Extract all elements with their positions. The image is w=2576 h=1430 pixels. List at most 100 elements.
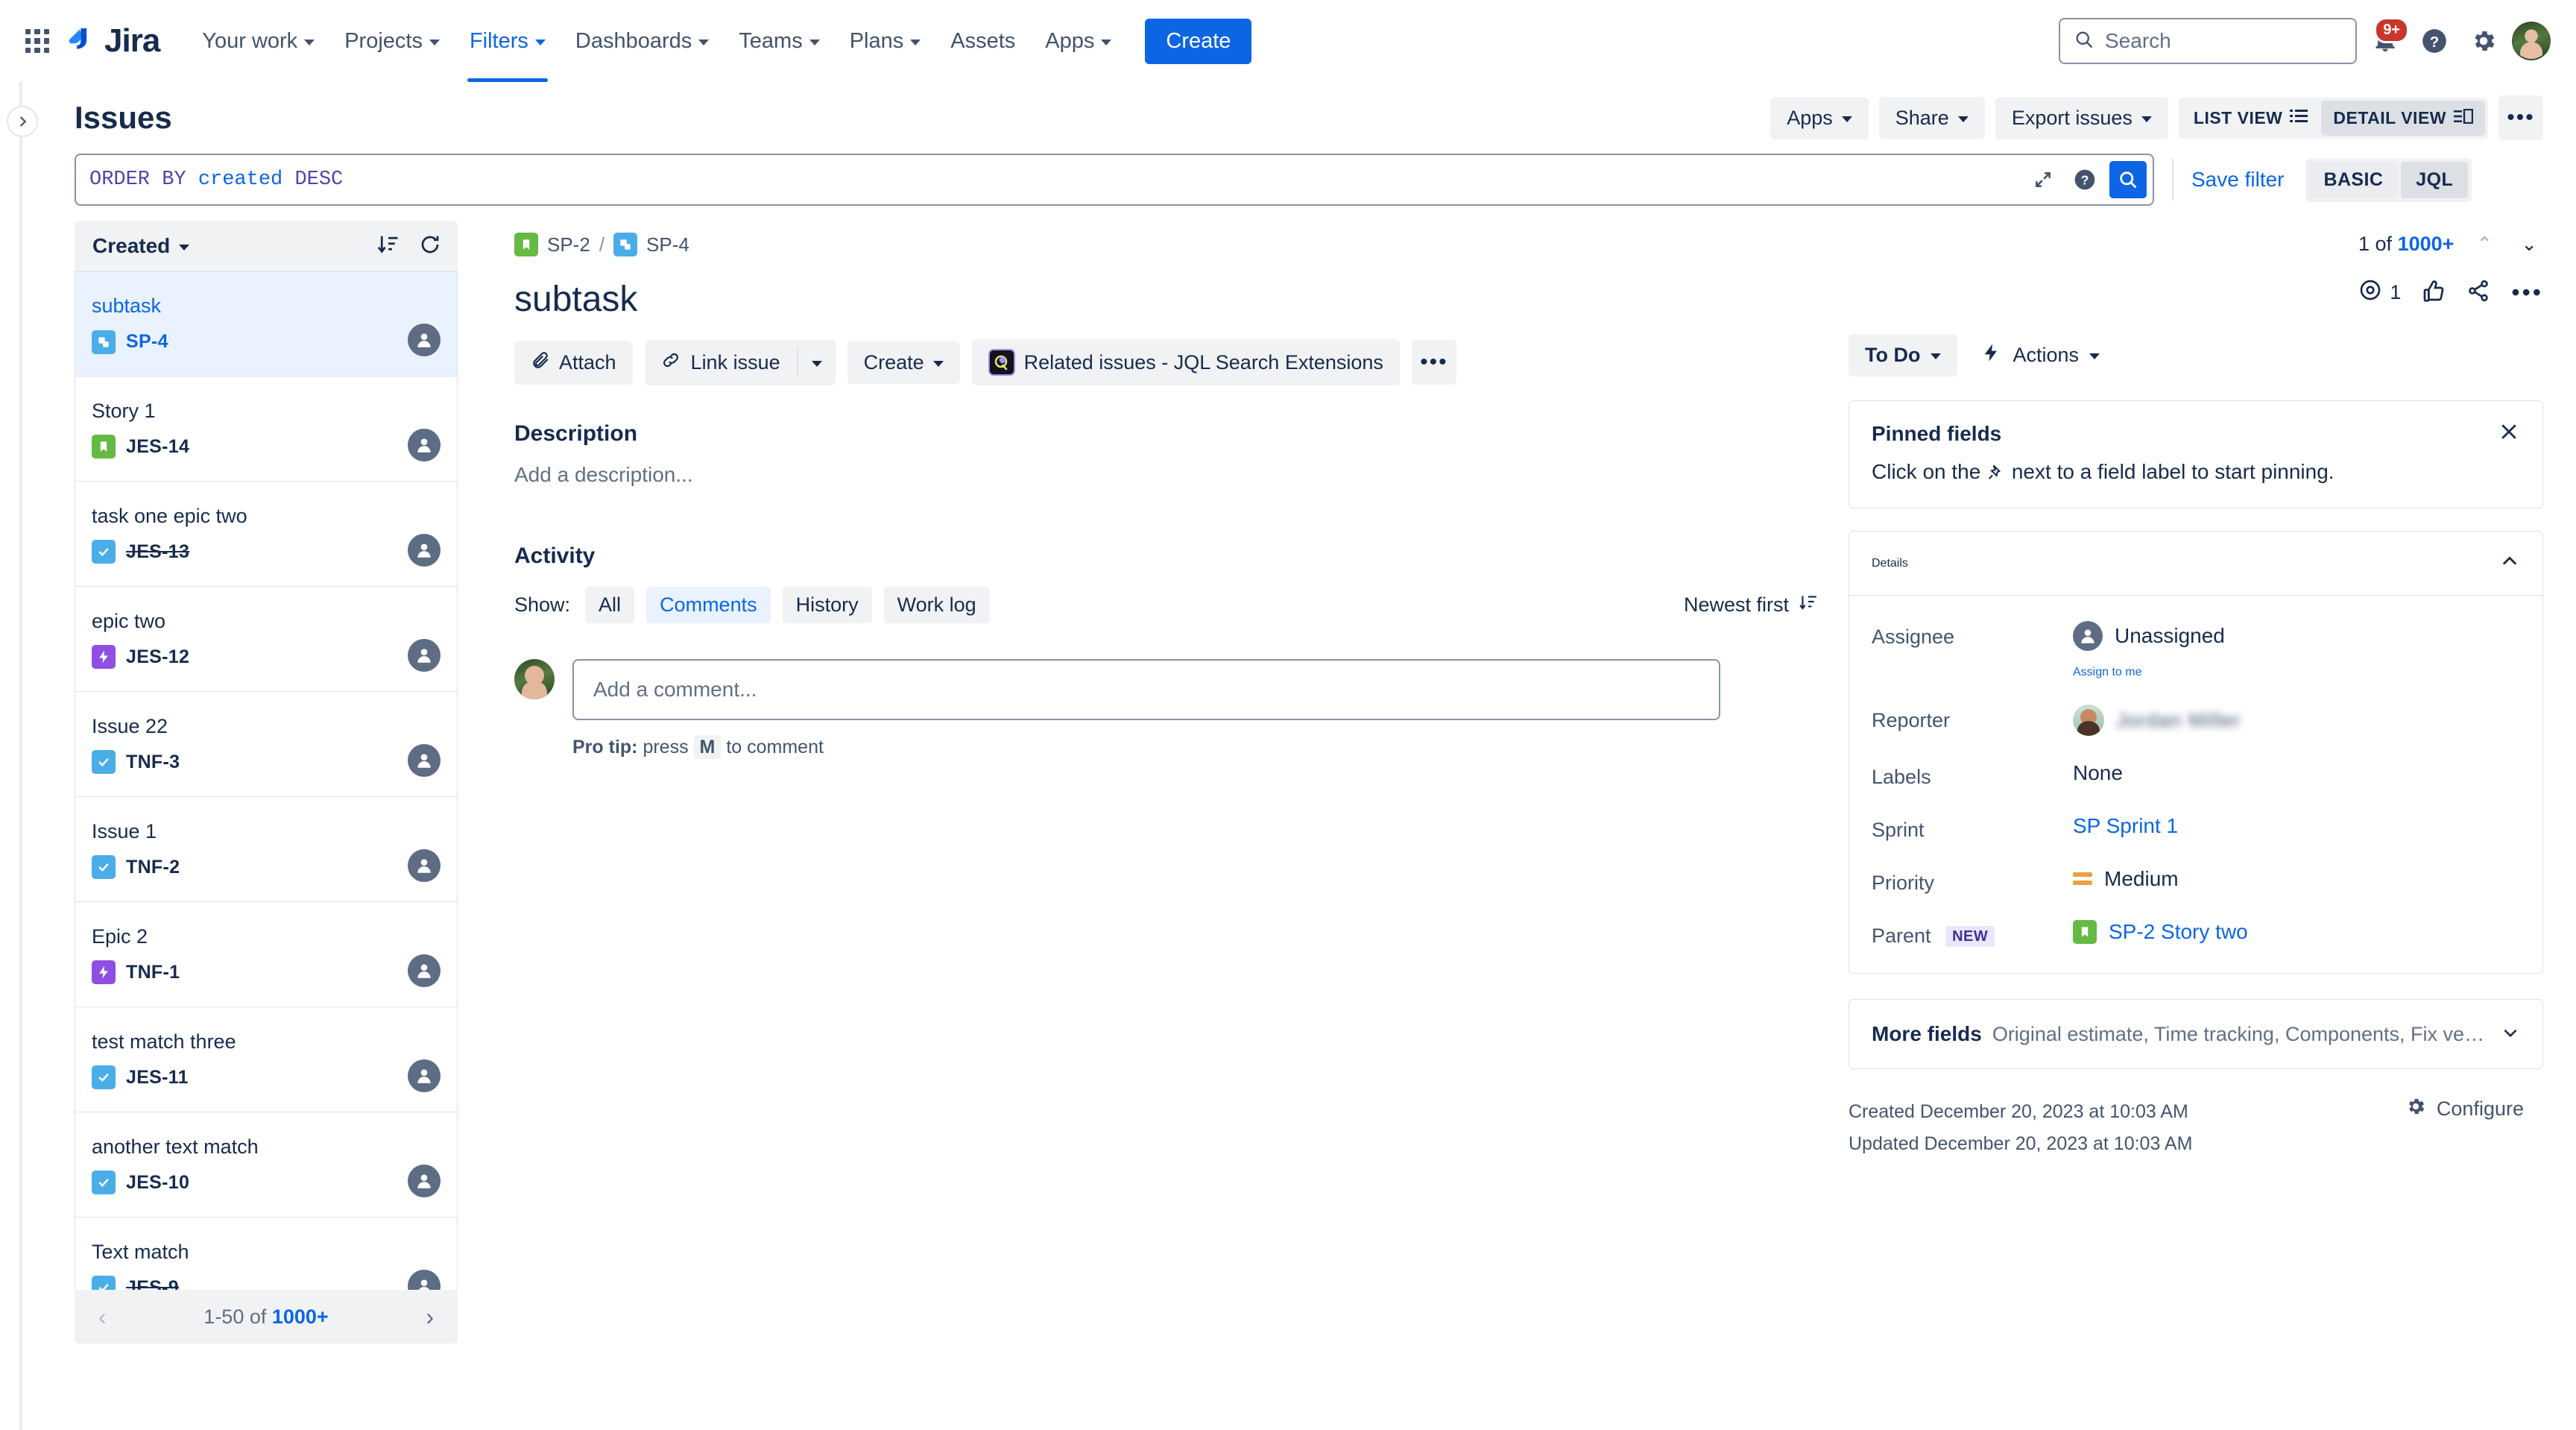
nav-item-plans[interactable]: Plans	[837, 19, 934, 63]
sort-by-dropdown[interactable]: Created	[92, 234, 190, 258]
issue-list-item-jes-9[interactable]: Text match JES-9	[75, 1218, 458, 1290]
activity-filter-history[interactable]: History	[782, 587, 872, 623]
more-fields-section[interactable]: More fields Original estimate, Time trac…	[1849, 999, 2543, 1069]
create-button[interactable]: Create	[1145, 18, 1252, 64]
refresh-icon[interactable]	[419, 233, 441, 259]
vote-thumbs-up-icon[interactable]	[2422, 279, 2446, 306]
link-issue-dropdown-button[interactable]	[798, 340, 836, 385]
details-header[interactable]: Details	[1849, 532, 2542, 596]
issue-item-assignee-avatar[interactable]	[408, 429, 441, 462]
help-button[interactable]: ?	[2414, 20, 2455, 62]
issue-list-panel: Created subtask SP-4 Story 1 JES-14 task one	[75, 221, 458, 1344]
related-issues-app-button[interactable]: Related issues - JQL Search Extensions	[971, 339, 1400, 385]
comment-input[interactable]: Add a comment...	[572, 659, 1720, 720]
create-subtask-button[interactable]: Create	[847, 341, 960, 384]
issue-item-assignee-avatar[interactable]	[408, 1165, 441, 1197]
issue-list-item-tnf-3[interactable]: Issue 22 TNF-3	[75, 692, 458, 797]
close-icon[interactable]	[2498, 421, 2520, 447]
issue-list-item-jes-13[interactable]: task one epic two JES-13	[75, 482, 458, 587]
issue-list-item-jes-14[interactable]: Story 1 JES-14	[75, 377, 458, 482]
assign-to-me-link[interactable]: Assign to me	[2073, 666, 2225, 679]
issue-list-item-tnf-2[interactable]: Issue 1 TNF-2	[75, 797, 458, 902]
apps-button[interactable]: Apps	[1770, 96, 1869, 139]
issue-item-assignee-avatar[interactable]	[408, 744, 441, 777]
share-button[interactable]: Share	[1878, 96, 1985, 139]
pinned-fields-title: Pinned fields	[1872, 421, 2002, 445]
nav-item-assets[interactable]: Assets	[938, 19, 1028, 63]
app-switcher-icon[interactable]	[22, 26, 52, 56]
chevron-down-icon[interactable]	[2486, 1023, 2520, 1046]
issue-item-assignee-avatar[interactable]	[408, 1270, 441, 1290]
issue-item-assignee-avatar[interactable]	[408, 849, 441, 882]
activity-filter-comments[interactable]: Comments	[646, 587, 771, 623]
previous-issue-button[interactable]: ⌃	[2470, 230, 2498, 259]
total-count-link[interactable]: 1000+	[272, 1305, 329, 1328]
assignee-value[interactable]: Unassigned	[2073, 621, 2225, 651]
parent-value-link[interactable]: SP-2 Story two	[2109, 920, 2248, 944]
issue-list-item-sp-4[interactable]: subtask SP-4	[75, 271, 458, 377]
nav-item-dashboards[interactable]: Dashboards	[563, 19, 722, 63]
issue-item-assignee-avatar[interactable]	[408, 639, 441, 672]
settings-gear-button[interactable]	[2463, 20, 2504, 62]
next-page-button[interactable]: ›	[420, 1302, 440, 1332]
issue-item-assignee-avatar[interactable]	[408, 324, 441, 356]
global-search[interactable]	[2059, 18, 2357, 64]
jql-mode-button[interactable]: JQL	[2401, 161, 2469, 198]
actions-dropdown-button[interactable]: Actions	[1975, 333, 2106, 378]
description-input[interactable]: Add a description...	[514, 463, 1819, 487]
breadcrumb-parent-link[interactable]: SP-2	[547, 233, 590, 256]
attach-button[interactable]: Attach	[514, 340, 633, 385]
nav-item-apps[interactable]: Apps	[1032, 19, 1124, 63]
jql-help-icon[interactable]: ?	[2068, 163, 2102, 197]
nav-item-filters[interactable]: Filters	[457, 19, 558, 82]
page-more-actions-button[interactable]: •••	[2498, 95, 2543, 140]
jira-logo[interactable]: Jira	[64, 22, 160, 60]
nav-item-projects[interactable]: Projects	[332, 19, 452, 63]
jql-input[interactable]: ORDER BY created DESC ?	[75, 154, 2154, 206]
expand-editor-icon[interactable]	[2026, 163, 2060, 197]
issue-list-item-tnf-1[interactable]: Epic 2 TNF-1	[75, 902, 458, 1007]
issue-summary-title[interactable]: subtask	[514, 279, 1819, 320]
expand-sidebar-button[interactable]	[7, 106, 38, 137]
activity-filter-work-log[interactable]: Work log	[883, 587, 990, 623]
issue-more-actions-button[interactable]: •••	[1411, 340, 1456, 385]
detail-view-button[interactable]: DETAIL VIEW	[2321, 100, 2485, 136]
labels-value[interactable]: None	[2073, 761, 2123, 785]
save-filter-link[interactable]: Save filter	[2191, 168, 2285, 192]
issue-list-item-jes-11[interactable]: test match three JES-11	[75, 1007, 458, 1112]
configure-button[interactable]: Configure	[2405, 1096, 2543, 1122]
previous-page-button[interactable]: ‹	[92, 1302, 113, 1332]
nav-item-teams[interactable]: Teams	[726, 19, 832, 63]
chevron-up-icon[interactable]	[2499, 551, 2520, 576]
next-issue-button[interactable]: ⌄	[2515, 230, 2543, 259]
activity-sort-button[interactable]: Newest first	[1684, 593, 1819, 617]
search-input[interactable]	[2105, 29, 2342, 53]
configure-label: Configure	[2436, 1097, 2524, 1120]
notifications-button[interactable]: 9+	[2364, 17, 2409, 62]
jql-query-text[interactable]: ORDER BY created DESC	[89, 168, 2018, 191]
activity-filter-all[interactable]: All	[585, 587, 635, 623]
priority-value[interactable]: Medium	[2073, 867, 2179, 891]
issue-item-assignee-avatar[interactable]	[408, 534, 441, 567]
issue-list-item-jes-12[interactable]: epic two JES-12	[75, 587, 458, 692]
issue-item-assignee-avatar[interactable]	[408, 1059, 441, 1092]
jql-search-button[interactable]	[2109, 161, 2147, 198]
status-dropdown-button[interactable]: To Do	[1849, 334, 1958, 377]
link-issue-button[interactable]: Link issue	[645, 340, 797, 385]
reporter-value[interactable]: Jordan Miller	[2073, 705, 2241, 736]
issue-total-link[interactable]: 1000+	[2398, 233, 2455, 255]
issue-item-assignee-avatar[interactable]	[408, 954, 441, 987]
breadcrumb-current-link[interactable]: SP-4	[646, 233, 689, 256]
user-avatar[interactable]	[2512, 22, 2551, 60]
sprint-value-link[interactable]: SP Sprint 1	[2073, 814, 2178, 838]
watch-button[interactable]: 1	[2358, 278, 2401, 307]
issue-actions-more-icon[interactable]: •••	[2511, 280, 2543, 304]
issue-list-scroll-area[interactable]: subtask SP-4 Story 1 JES-14 task one epic tw…	[75, 271, 458, 1290]
nav-item-your-work[interactable]: Your work	[189, 19, 327, 63]
sort-direction-icon[interactable]	[377, 233, 400, 259]
list-view-button[interactable]: LIST VIEW	[2182, 101, 2320, 136]
share-icon[interactable]	[2466, 279, 2490, 306]
basic-mode-button[interactable]: BASIC	[2308, 161, 2399, 198]
issue-list-item-jes-10[interactable]: another text match JES-10	[75, 1112, 458, 1218]
export-issues-button[interactable]: Export issues	[1995, 96, 2168, 139]
